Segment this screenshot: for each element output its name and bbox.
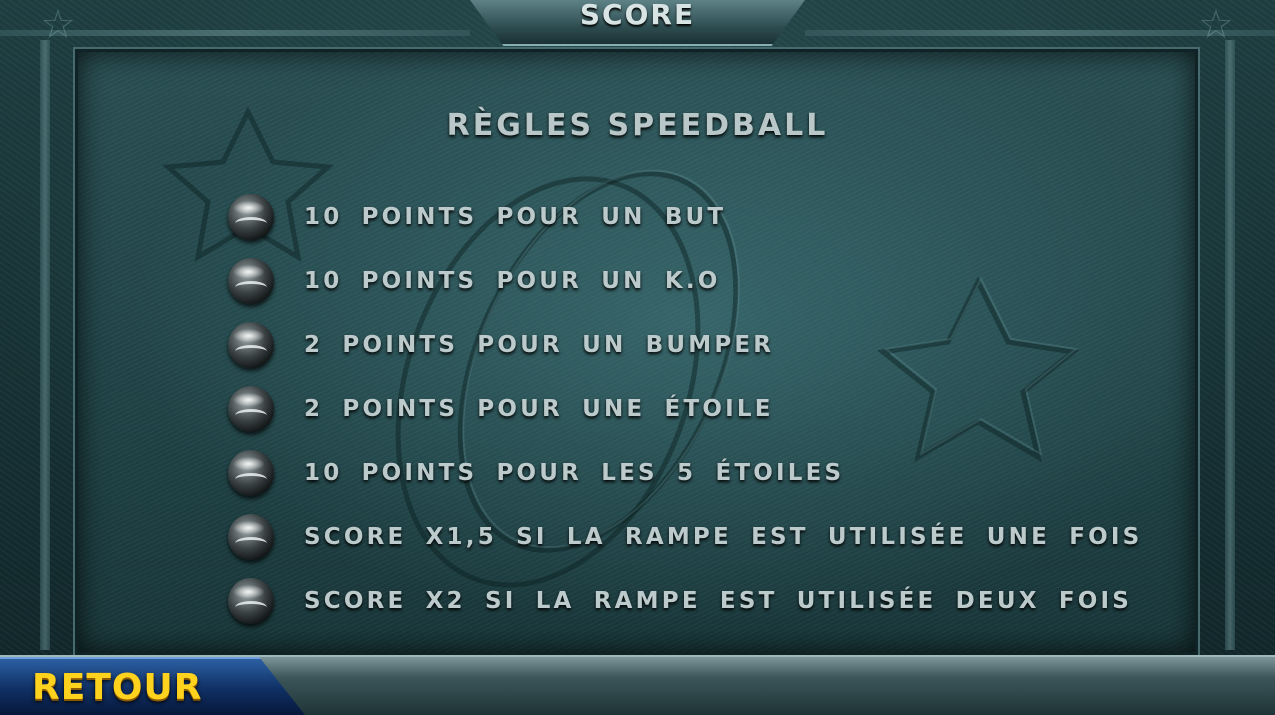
ball-icon: [228, 450, 274, 496]
ball-icon: [228, 194, 274, 240]
rule-text: SCORE X1,5 SI LA RAMPE EST UTILISÉE UNE …: [304, 524, 1143, 550]
rule-item: 10 POINTS POUR UN BUT: [228, 193, 726, 241]
rule-item: 10 POINTS POUR LES 5 ÉTOILES: [228, 449, 844, 497]
rule-item: SCORE X1,5 SI LA RAMPE EST UTILISÉE UNE …: [228, 513, 1142, 561]
ball-icon: [228, 386, 274, 432]
ball-icon: [228, 322, 274, 368]
ball-icon: [228, 578, 274, 624]
back-button[interactable]: RETOUR: [0, 657, 305, 715]
back-button-label: RETOUR: [32, 667, 203, 708]
rule-item: SCORE X2 SI LA RAMPE EST UTILISÉE DEUX F…: [228, 577, 1132, 625]
rules-title: RÈGLES SPEEDBALL: [446, 108, 829, 143]
ball-icon: [228, 514, 274, 560]
rule-text: 2 POINTS POUR UN BUMPER: [304, 332, 775, 358]
rule-text: 10 POINTS POUR LES 5 ÉTOILES: [304, 460, 845, 486]
rule-item: 2 POINTS POUR UN BUMPER: [228, 321, 774, 369]
rule-text: 2 POINTS POUR UNE ÉTOILE: [304, 396, 774, 422]
rule-item: 2 POINTS POUR UNE ÉTOILE: [228, 385, 774, 433]
rule-text: SCORE X2 SI LA RAMPE EST UTILISÉE DEUX F…: [304, 588, 1133, 614]
score-title: SCORE: [579, 0, 696, 31]
rule-item: 10 POINTS POUR UN K.O: [228, 257, 721, 305]
ball-icon: [228, 258, 274, 304]
rule-text: 10 POINTS POUR UN BUT: [304, 204, 727, 230]
game-screen: ☆ ☆ SCORE RÈGLES SPEEDBALL 10 POINTS POU…: [0, 0, 1275, 715]
rule-text: 10 POINTS POUR UN K.O: [304, 268, 721, 294]
